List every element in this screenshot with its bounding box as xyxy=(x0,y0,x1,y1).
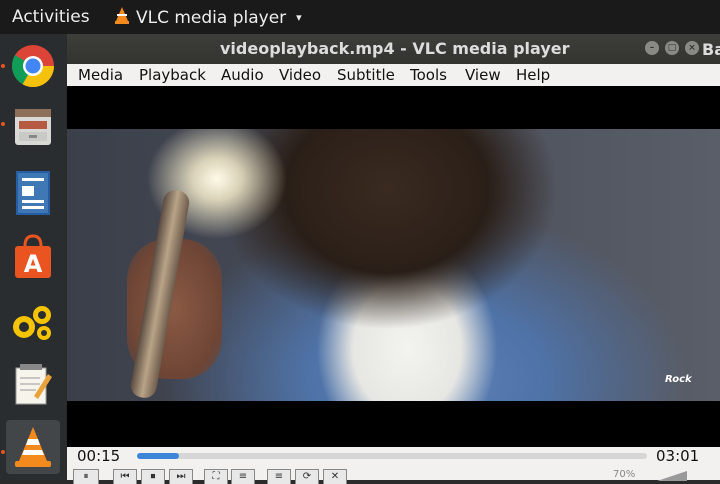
text-editor-icon[interactable] xyxy=(6,357,60,411)
vlc-window: videoplayback.mp4 - VLC media player – □… xyxy=(67,34,720,484)
files-icon[interactable] xyxy=(6,100,60,154)
menu-help[interactable]: Help xyxy=(516,66,550,84)
gears-icon[interactable] xyxy=(6,296,60,350)
vlc-cone-icon xyxy=(114,6,130,29)
seek-slider[interactable] xyxy=(137,453,647,459)
controls-bar: 00:15 03:01 ⏸ ⏮ ⏹ ⏭ ⛶ ≡ ≡ ⟳ ✕ 70% xyxy=(67,447,720,484)
menu-subtitle[interactable]: Subtitle xyxy=(337,66,395,84)
app-menu[interactable]: VLC media player ▾ xyxy=(114,6,302,29)
menu-view[interactable]: View xyxy=(465,66,501,84)
software-icon[interactable]: A xyxy=(6,230,60,284)
seek-progress xyxy=(137,453,180,459)
menu-bar: Media Playback Audio Video Subtitle Tool… xyxy=(67,64,720,86)
app-menu-label: VLC media player xyxy=(136,7,287,28)
video-area[interactable]: Rock xyxy=(67,86,720,447)
loop-button[interactable]: ⟳ xyxy=(295,469,319,484)
window-title: videoplayback.mp4 - VLC media player xyxy=(220,39,570,58)
writer-icon[interactable] xyxy=(6,166,60,220)
channel-watermark: Rock xyxy=(665,374,692,385)
playlist-button[interactable]: ≡ xyxy=(267,469,291,484)
close-button[interactable]: × xyxy=(685,41,699,55)
chevron-down-icon: ▾ xyxy=(296,11,302,24)
svg-text:A: A xyxy=(24,250,43,278)
maximize-button[interactable]: □ xyxy=(665,41,679,55)
next-button[interactable]: ⏭ xyxy=(169,469,193,484)
running-indicator xyxy=(1,64,5,68)
pause-button[interactable]: ⏸ xyxy=(73,469,99,484)
menu-video[interactable]: Video xyxy=(279,66,321,84)
background-window-title: Ba xyxy=(702,40,720,59)
chrome-icon[interactable] xyxy=(6,39,60,93)
dock: A xyxy=(0,34,66,480)
elapsed-time: 00:15 xyxy=(77,447,121,465)
top-bar: Activities VLC media player ▾ xyxy=(0,0,720,34)
vlc-icon[interactable] xyxy=(6,420,60,474)
running-indicator xyxy=(1,122,5,126)
extended-settings-button[interactable]: ≡ xyxy=(231,469,255,484)
title-bar[interactable]: videoplayback.mp4 - VLC media player – □… xyxy=(67,34,720,64)
running-indicator xyxy=(1,450,5,454)
total-time: 03:01 xyxy=(656,447,700,465)
volume-level: 70% xyxy=(613,469,636,480)
activities-button[interactable]: Activities xyxy=(12,7,90,27)
fullscreen-button[interactable]: ⛶ xyxy=(204,469,228,484)
menu-audio[interactable]: Audio xyxy=(221,66,264,84)
menu-tools[interactable]: Tools xyxy=(410,66,447,84)
video-frame: Rock xyxy=(67,129,720,401)
stop-button[interactable]: ⏹ xyxy=(141,469,165,484)
minimize-button[interactable]: – xyxy=(645,41,659,55)
menu-media[interactable]: Media xyxy=(78,66,123,84)
previous-button[interactable]: ⏮ xyxy=(113,469,137,484)
shuffle-button[interactable]: ✕ xyxy=(323,469,347,484)
menu-playback[interactable]: Playback xyxy=(139,66,206,84)
